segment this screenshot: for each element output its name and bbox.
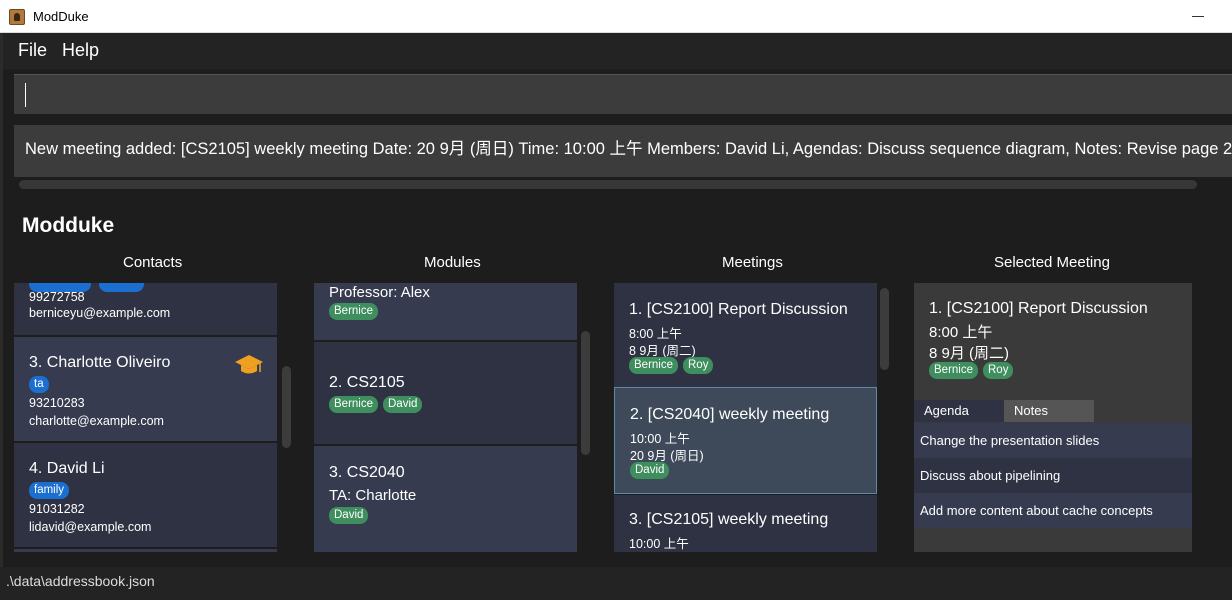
selected-meeting-name: 1. [CS2100] Report Discussion (929, 300, 1148, 317)
meetings-list[interactable]: 1. [CS2100] Report Discussion 8:00 上午 8 … (614, 283, 877, 552)
contact-card-bernice[interactable]: 99272758 berniceyu@example.com (14, 283, 277, 335)
module-name: 3. CS2040 (329, 464, 405, 481)
modules-list[interactable]: Professor: Alex Bernice 2. CS2105 Bernic… (314, 283, 577, 552)
module-professor: Professor: Alex (329, 284, 430, 301)
member-tag: David (329, 507, 369, 524)
text-caret (25, 83, 26, 107)
tag-partial (99, 283, 144, 292)
selected-meeting-date: 8 9月 (周二) (929, 345, 1010, 362)
member-tag: Bernice (629, 357, 678, 374)
member-tag: Roy (983, 362, 1014, 379)
window-title: ModDuke (33, 9, 89, 24)
contact-email: lidavid@example.com (29, 520, 152, 534)
tag-family: family (29, 482, 70, 499)
module-card-cs2105[interactable]: 2. CS2105 Bernice David (314, 342, 577, 444)
member-tag: Bernice (929, 362, 978, 379)
contact-email: charlotte@example.com (29, 414, 164, 428)
meeting-card-cs2105[interactable]: 3. [CS2105] weekly meeting 10:00 上午 (614, 495, 877, 552)
contact-phone: 93210283 (29, 396, 85, 410)
contacts-title: Contacts (123, 254, 183, 271)
minimize-button[interactable] (1192, 16, 1204, 17)
contact-email: berniceyu@example.com (29, 306, 171, 320)
app-heading: Modduke (22, 214, 115, 237)
contact-card-charlotte[interactable]: 3. Charlotte Oliveiro ta 93210283 charlo… (14, 337, 277, 441)
command-input[interactable] (14, 74, 1232, 114)
contact-name: 4. David Li (29, 460, 105, 477)
app-icon (9, 9, 25, 25)
member-tag: David (630, 462, 670, 479)
title-bar: ModDuke (0, 0, 1232, 33)
meeting-card-cs2040-selected[interactable]: 2. [CS2040] weekly meeting 10:00 上午 20 9… (614, 387, 877, 494)
meeting-name: 2. [CS2040] weekly meeting (630, 406, 830, 423)
tag-ta: ta (29, 376, 49, 393)
tab-agenda[interactable]: Agenda (914, 400, 1004, 422)
selected-meeting-title: Selected Meeting (994, 254, 1110, 271)
meetings-title: Meetings (722, 254, 783, 271)
contact-card-david[interactable]: 4. David Li family 91031282 lidavid@exam… (14, 443, 277, 547)
meeting-name: 3. [CS2105] weekly meeting (629, 511, 829, 528)
member-tag: Roy (683, 357, 714, 374)
contact-card-partial[interactable] (14, 549, 277, 552)
meeting-name: 1. [CS2100] Report Discussion (629, 301, 848, 318)
agenda-item[interactable]: Change the presentation slides (914, 423, 1192, 458)
contacts-list[interactable]: 99272758 berniceyu@example.com 3. Charlo… (14, 283, 277, 552)
selected-meeting-time: 8:00 上午 (929, 324, 993, 341)
graduation-cap-icon (235, 355, 263, 374)
module-name: 2. CS2105 (329, 374, 405, 391)
agenda-item[interactable]: Discuss about pipelining (914, 458, 1192, 493)
member-tag: Bernice (329, 396, 378, 413)
menu-file[interactable]: File (18, 40, 47, 61)
menu-bar: File Help (3, 33, 1232, 69)
horizontal-scrollbar[interactable] (19, 180, 1197, 189)
menu-help[interactable]: Help (62, 40, 99, 61)
meeting-card-cs2100[interactable]: 1. [CS2100] Report Discussion 8:00 上午 8 … (614, 283, 877, 387)
main-window: File Help New meeting added: [CS2105] we… (3, 33, 1232, 567)
module-ta: TA: Charlotte (329, 487, 417, 504)
contact-phone: 91031282 (29, 502, 85, 516)
member-tag: David (383, 396, 423, 413)
tab-notes[interactable]: Notes (1004, 400, 1094, 422)
contact-name: 3. Charlotte Oliveiro (29, 354, 171, 371)
contact-phone: 99272758 (29, 290, 85, 304)
agenda-item[interactable]: Add more content about cache concepts (914, 493, 1192, 528)
result-display: New meeting added: [CS2105] weekly meeti… (14, 125, 1232, 177)
modules-scrollbar[interactable] (581, 331, 590, 455)
module-card-cs2040[interactable]: 3. CS2040 TA: Charlotte David (314, 446, 577, 552)
data-file-path: .\data\addressbook.json (6, 573, 155, 589)
meetings-scrollbar[interactable] (880, 288, 889, 370)
module-card-1[interactable]: Professor: Alex Bernice (314, 283, 577, 340)
selected-meeting-panel: 1. [CS2100] Report Discussion 8:00 上午 8 … (914, 283, 1192, 552)
member-tag: Bernice (329, 303, 378, 320)
status-bar: .\data\addressbook.json (0, 567, 1232, 600)
meeting-time: 10:00 上午 (629, 537, 689, 551)
modules-title: Modules (424, 254, 481, 271)
result-text: New meeting added: [CS2105] weekly meeti… (25, 140, 1232, 158)
contacts-scrollbar[interactable] (282, 366, 291, 448)
